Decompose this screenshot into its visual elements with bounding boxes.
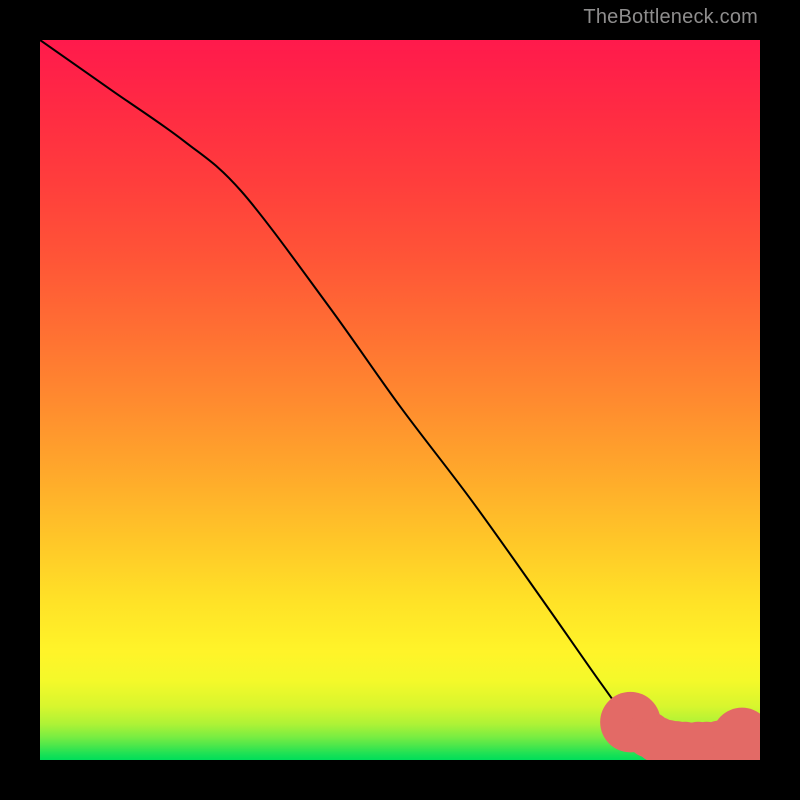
plot-area [40,40,760,760]
chart-stage: TheBottleneck.com [0,0,800,800]
chart-svg [40,40,760,760]
attribution-text: TheBottleneck.com [583,6,758,29]
gradient-background [40,40,760,760]
